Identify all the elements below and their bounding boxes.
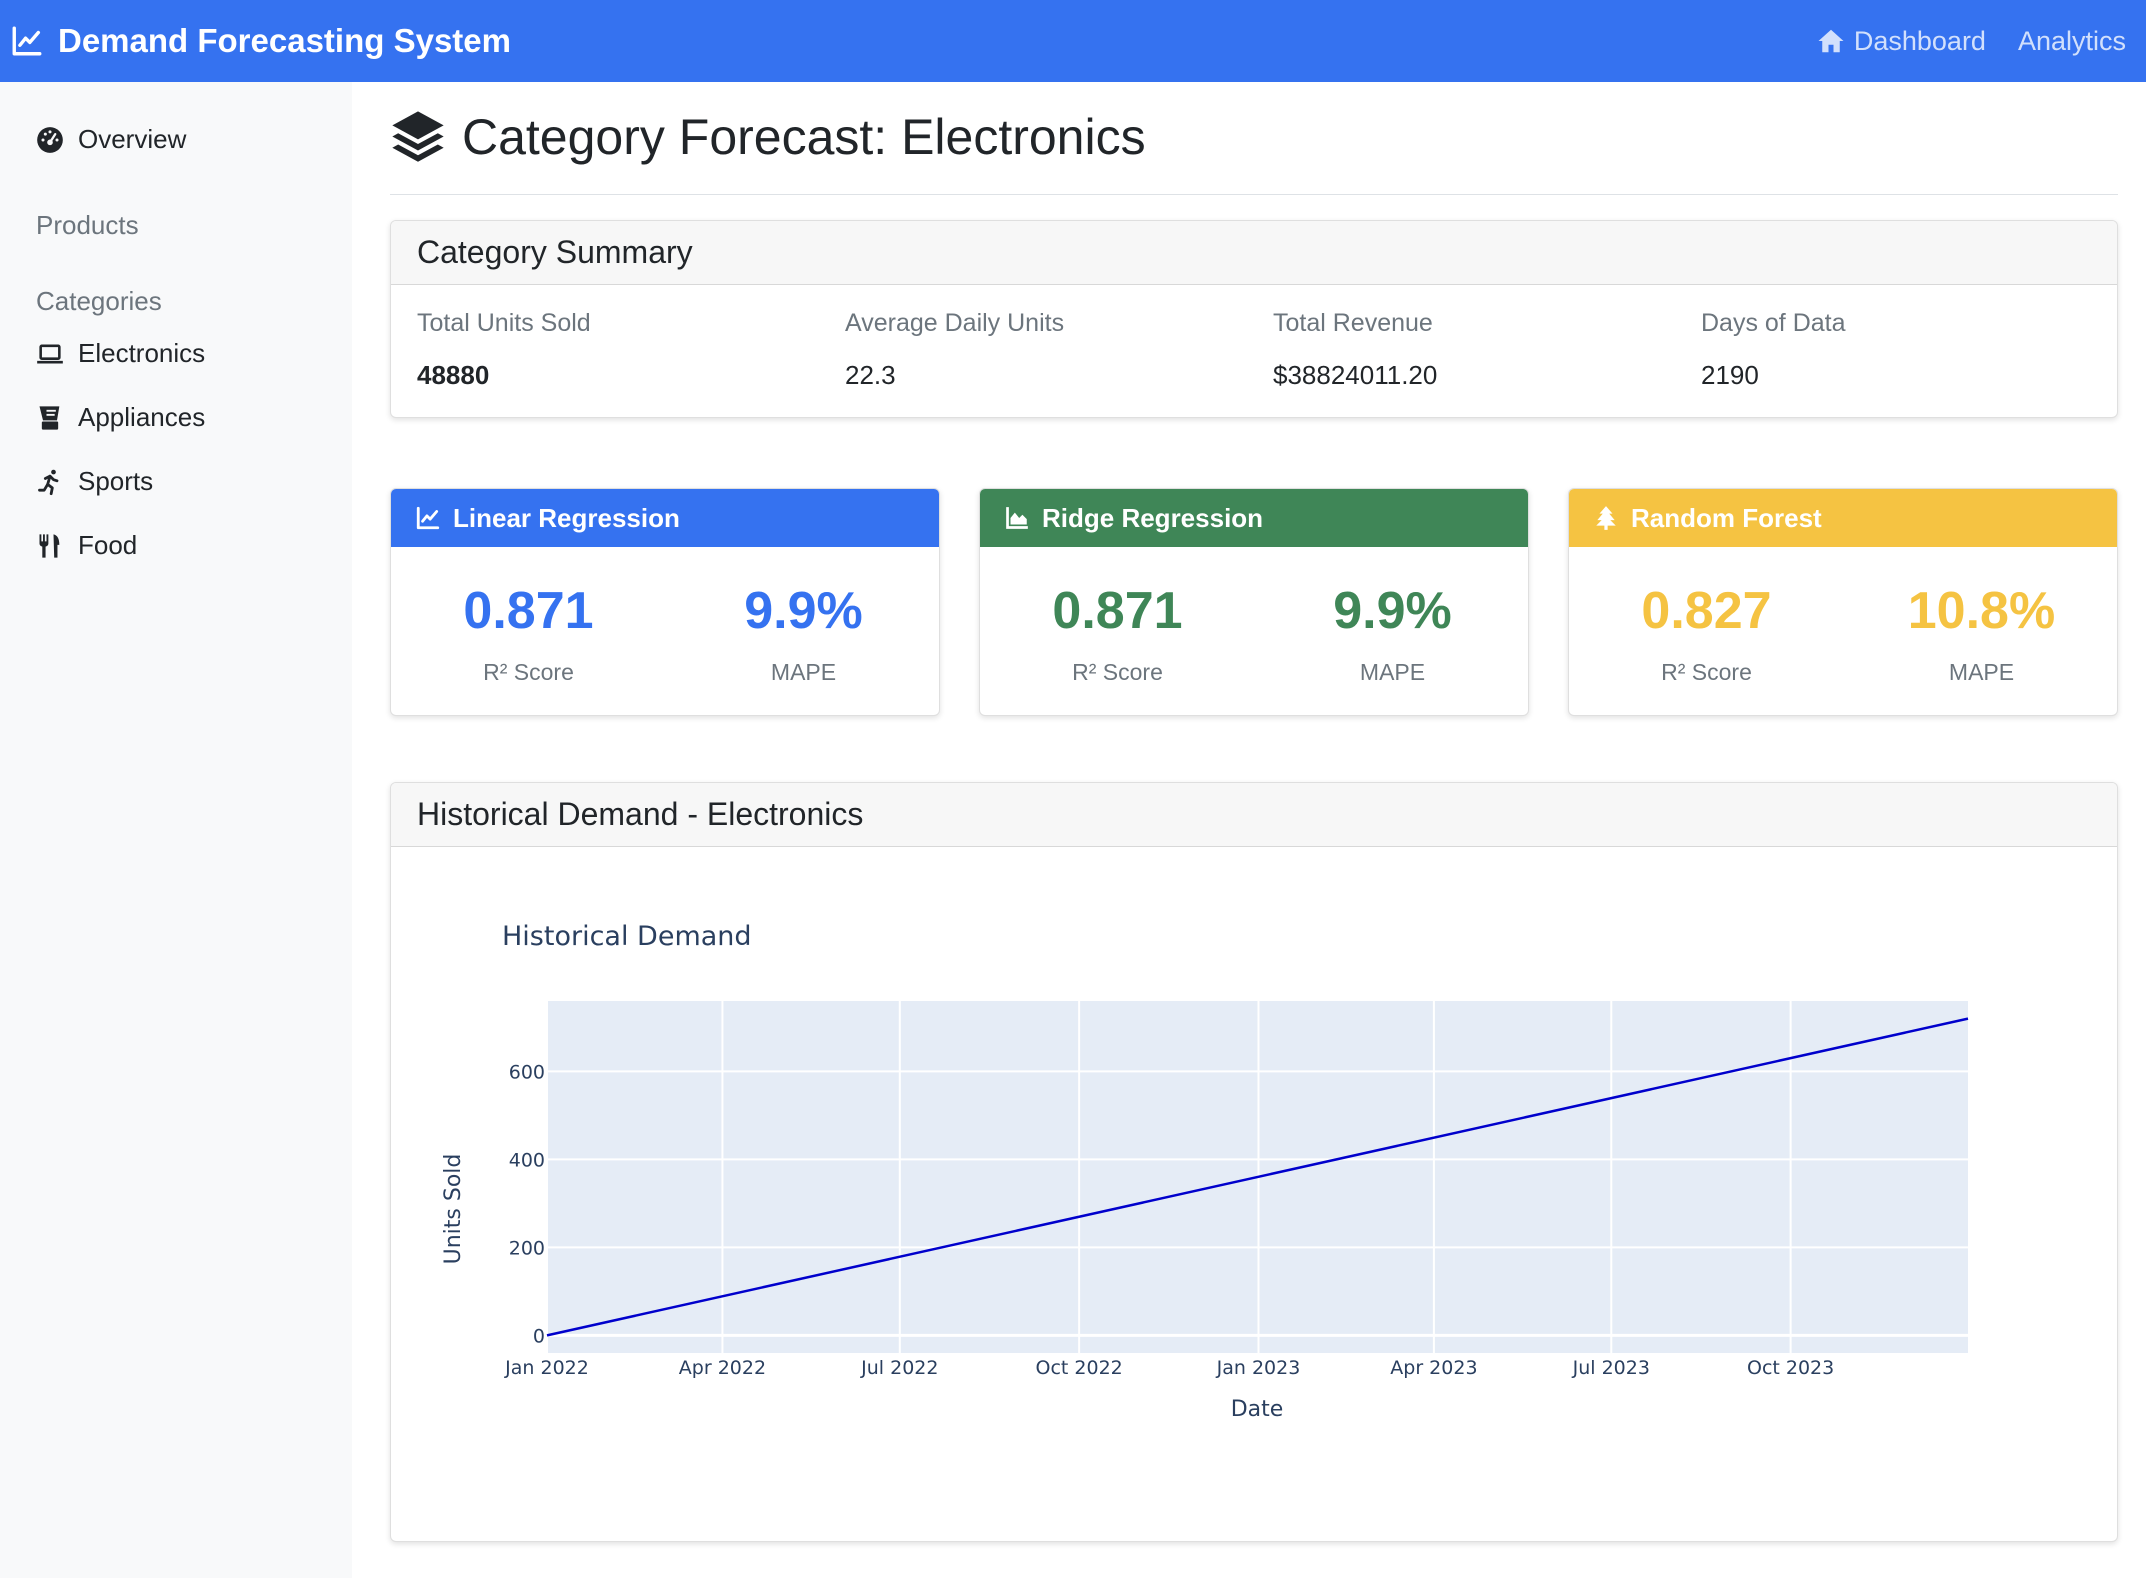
title-divider (390, 194, 2118, 195)
sidebar-heading-products: Products (36, 210, 139, 240)
stat-value: 22.3 (845, 360, 896, 390)
running-icon (38, 469, 59, 495)
card-header: Category Summary (391, 221, 2117, 285)
chart-line-icon (416, 506, 440, 530)
metric-label: MAPE (1359, 659, 1426, 685)
laptop-icon (37, 344, 63, 363)
sidebar-item-food[interactable]: Food (36, 530, 137, 561)
chart-container: Jan 2022 Apr 2022 Jul 2022 Oct 2022 Jan 2023… (391, 847, 2117, 1541)
stat-label: Total Revenue (1273, 309, 1433, 337)
metric-value: 0.871 (1052, 582, 1183, 640)
stat-total-revenue: Total Revenue $38824011.20 (1273, 309, 1437, 391)
nav-dashboard-label: Dashboard (1853, 25, 1986, 56)
sidebar-item-electronics[interactable]: Electronics (36, 338, 205, 369)
x-tick-label: Jan 2022 (504, 1357, 589, 1379)
metric-value: 0.871 (463, 582, 594, 640)
metric-mape: 9.9% MAPE (1255, 581, 1528, 686)
metric-value: 0.827 (1641, 582, 1772, 640)
x-tick-label: Oct 2023 (1747, 1357, 1834, 1379)
chart-line-icon (12, 26, 42, 56)
x-tick-label: Apr 2022 (679, 1357, 766, 1379)
y-tick-label: 0 (533, 1325, 545, 1347)
stat-average-daily: Average Daily Units 22.3 (845, 309, 1064, 391)
category-summary-card: Category Summary Total Units Sold 48880 … (390, 220, 2118, 418)
metric-label: R² Score (1072, 659, 1163, 685)
metric-r2: 0.827 R² Score (1569, 581, 1844, 686)
metric-label: MAPE (1948, 659, 2015, 685)
metric-label: R² Score (1661, 659, 1752, 685)
nav-analytics-label: Analytics (2017, 25, 2126, 56)
sidebar-item-appliances[interactable]: Appliances (36, 402, 205, 433)
model-name: Random Forest (1631, 502, 1822, 533)
stat-value: 2190 (1701, 360, 1759, 390)
page-title-text: Category Forecast: Electronics (462, 109, 1146, 165)
metric-value: 10.8% (1907, 582, 2056, 640)
historical-demand-chart: Jan 2022 Apr 2022 Jul 2022 Oct 2022 Jan 2023… (441, 921, 1969, 1422)
y-tick-label: 200 (509, 1237, 545, 1259)
x-tick-label: Jul 2022 (860, 1357, 938, 1379)
model-card-random-forest: Random Forest 0.827 R² Score 10.8% MAPE (1568, 488, 2118, 716)
stat-label: Days of Data (1701, 309, 1846, 337)
sidebar-heading-categories: Categories (36, 286, 162, 316)
top-navbar: Demand Forecasting System Dashboard Anal… (0, 0, 2146, 82)
metric-mape: 10.8% MAPE (1844, 581, 2117, 686)
chart-title: Historical Demand (502, 921, 752, 952)
x-tick-label: Oct 2022 (1036, 1357, 1123, 1379)
sidebar-item-label: Sports (78, 466, 154, 496)
tachometer-icon (37, 126, 63, 153)
model-header: Ridge Regression (980, 489, 1528, 547)
x-tick-label: Jul 2023 (1572, 1357, 1650, 1379)
brand-title: Demand Forecasting System (58, 22, 511, 59)
sidebar-item-label: Appliances (78, 402, 206, 432)
metric-r2: 0.871 R² Score (980, 581, 1255, 686)
layer-group-icon (392, 111, 444, 162)
stat-label: Average Daily Units (845, 309, 1065, 337)
nav-links: Dashboard Analytics (1816, 26, 2126, 57)
sidebar-item-overview[interactable]: Overview (36, 124, 186, 155)
utensils-icon (39, 533, 60, 558)
model-card-linear: Linear Regression 0.871 R² Score 9.9% MA… (390, 488, 940, 716)
home-icon (1818, 29, 1844, 53)
stat-value: 48880 (417, 360, 490, 390)
x-tick-label: Apr 2023 (1390, 1357, 1477, 1379)
y-axis-label: Units Sold (441, 1154, 466, 1265)
metric-value: 9.9% (1333, 582, 1452, 640)
metric-label: R² Score (483, 659, 574, 685)
y-tick-label: 400 (509, 1149, 545, 1171)
stat-label: Total Units Sold (417, 309, 591, 337)
brand-link[interactable]: Demand Forecasting System (10, 22, 511, 60)
sidebar-item-sports[interactable]: Sports (36, 466, 153, 497)
blender-icon (39, 405, 60, 430)
y-tick-label: 600 (509, 1061, 545, 1083)
model-card-ridge: Ridge Regression 0.871 R² Score 9.9% MAP… (979, 488, 1529, 716)
model-header: Random Forest (1569, 489, 2117, 547)
model-name: Linear Regression (453, 502, 680, 533)
nav-analytics-link[interactable]: Analytics (2018, 26, 2126, 57)
metric-r2: 0.871 R² Score (391, 581, 666, 686)
sidebar: Overview Products Categories Electronics… (0, 82, 352, 1578)
sidebar-item-label: Overview (78, 124, 187, 154)
page-title: Category Forecast: Electronics (390, 108, 1146, 166)
x-axis-label: Date (1231, 1397, 1284, 1422)
sidebar-item-label: Food (78, 530, 138, 560)
metric-mape: 9.9% MAPE (666, 581, 939, 686)
stat-total-units: Total Units Sold 48880 (417, 309, 591, 391)
metric-label: MAPE (770, 659, 837, 685)
stat-days-of-data: Days of Data 2190 (1701, 309, 1846, 391)
model-header: Linear Regression (391, 489, 939, 547)
tree-icon (1596, 506, 1616, 530)
model-name: Ridge Regression (1042, 502, 1264, 533)
metric-value: 9.9% (744, 582, 863, 640)
historical-demand-card: Historical Demand - Electronics Jan 2022… (390, 782, 2118, 1542)
stat-value: $38824011.20 (1273, 360, 1438, 390)
chart-area-icon (1006, 507, 1028, 529)
x-tick-label: Jan 2023 (1216, 1357, 1301, 1379)
card-header: Historical Demand - Electronics (391, 783, 2117, 847)
sidebar-item-label: Electronics (78, 338, 206, 368)
nav-dashboard-link[interactable]: Dashboard (1816, 26, 1986, 57)
